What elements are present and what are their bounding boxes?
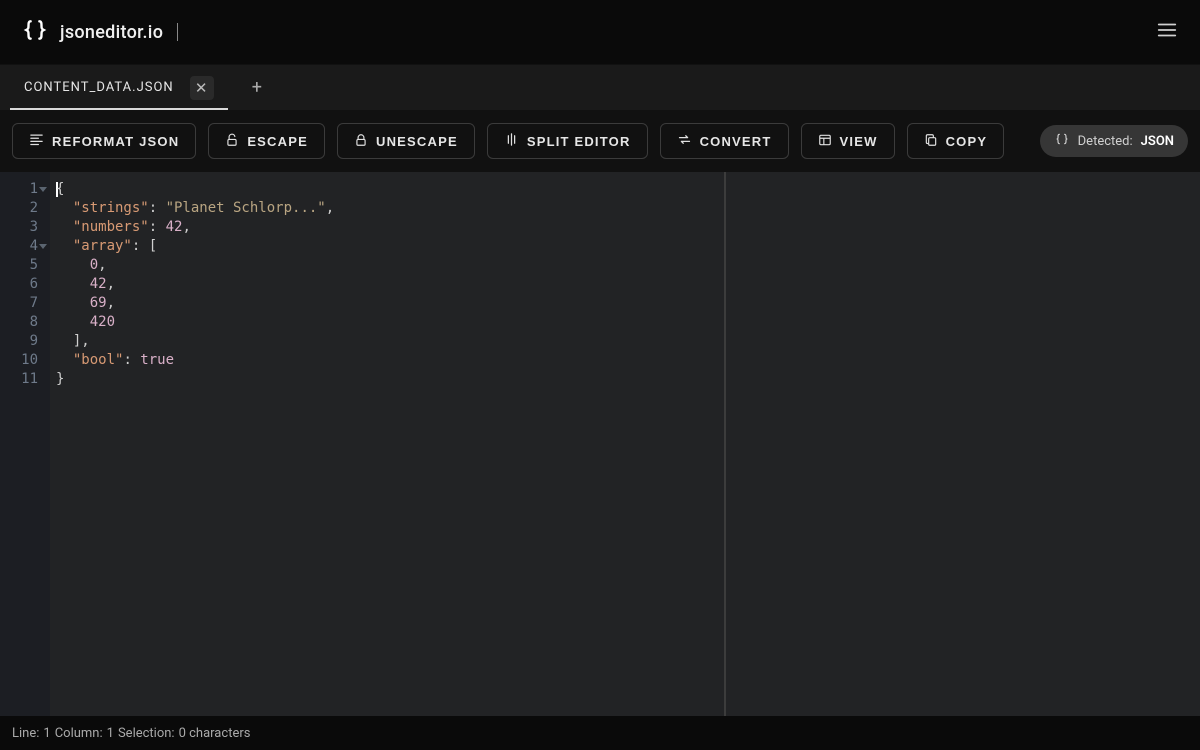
escape-button[interactable]: ESCAPE	[208, 123, 325, 159]
convert-button[interactable]: CONVERT	[660, 123, 789, 159]
convert-label: CONVERT	[700, 134, 772, 149]
close-icon: ✕	[193, 79, 211, 97]
code-braces-icon	[1054, 131, 1070, 151]
lock-open-icon	[225, 133, 239, 150]
line-number[interactable]: 4	[0, 237, 50, 256]
view-label: VIEW	[840, 134, 878, 149]
escape-label: ESCAPE	[247, 134, 308, 149]
line-number[interactable]: 9	[0, 332, 50, 351]
reformat-button[interactable]: REFORMAT JSON	[12, 123, 196, 159]
line-number[interactable]: 5	[0, 256, 50, 275]
code-token: "bool"	[73, 352, 124, 368]
code-token: 420	[90, 314, 115, 330]
editor: 1 2 3 4 5 6 7 8 9 10 11 { "strings": "Pl…	[0, 172, 1200, 716]
code-token: }	[56, 371, 64, 387]
split-editor-button[interactable]: SPLIT EDITOR	[487, 123, 648, 159]
line-number[interactable]: 6	[0, 275, 50, 294]
detected-label: Detected:	[1078, 134, 1133, 149]
layout-icon	[818, 133, 832, 150]
tab-bar: CONTENT_DATA.JSON ✕ +	[0, 64, 1200, 110]
code-token: 42	[166, 219, 183, 235]
code-token: "strings"	[73, 200, 149, 216]
code-token: 0	[90, 257, 98, 273]
code-token: 42	[90, 276, 107, 292]
toolbar: REFORMAT JSON ESCAPE UNESCAPE SPLIT EDIT…	[0, 110, 1200, 172]
status-col-value: 1	[107, 726, 114, 741]
detected-value: JSON	[1141, 134, 1174, 149]
gutter: 1 2 3 4 5 6 7 8 9 10 11	[0, 172, 50, 716]
split-icon	[504, 132, 519, 150]
brand-name: jsoneditor.io	[60, 22, 163, 43]
editor-splitter[interactable]	[724, 172, 726, 716]
tab-close-button[interactable]: ✕	[190, 76, 214, 100]
tab-label: CONTENT_DATA.JSON	[24, 80, 174, 95]
code-token: {	[56, 181, 64, 197]
code-token: "array"	[73, 238, 132, 254]
line-number[interactable]: 2	[0, 199, 50, 218]
status-sel-label: Selection:	[118, 726, 175, 741]
code-token: 69	[90, 295, 107, 311]
line-number[interactable]: 3	[0, 218, 50, 237]
status-line-value: 1	[43, 726, 50, 741]
swap-icon	[677, 132, 692, 150]
brand[interactable]: jsoneditor.io	[22, 17, 178, 47]
line-number[interactable]: 10	[0, 351, 50, 370]
status-col-label: Column:	[55, 726, 103, 741]
copy-label: COPY	[946, 134, 988, 149]
view-button[interactable]: VIEW	[801, 123, 895, 159]
split-label: SPLIT EDITOR	[527, 134, 631, 149]
lock-icon	[354, 133, 368, 150]
status-sel-value: 0 characters	[179, 726, 251, 741]
align-left-icon	[29, 132, 44, 150]
brand-cursor	[177, 23, 178, 41]
unescape-label: UNESCAPE	[376, 134, 458, 149]
code-area[interactable]: { "strings": "Planet Schlorp...", "numbe…	[50, 172, 1200, 716]
menu-button[interactable]	[1156, 19, 1178, 45]
code-token: "numbers"	[73, 219, 149, 235]
line-number[interactable]: 8	[0, 313, 50, 332]
braces-logo-icon	[22, 17, 48, 47]
code-token: "Planet Schlorp..."	[166, 200, 326, 216]
unescape-button[interactable]: UNESCAPE	[337, 123, 475, 159]
status-line-label: Line:	[12, 726, 39, 741]
status-bar: Line: 1 Column: 1 Selection: 0 character…	[0, 716, 1200, 750]
line-number[interactable]: 11	[0, 370, 50, 389]
reformat-label: REFORMAT JSON	[52, 134, 179, 149]
app-header: jsoneditor.io	[0, 0, 1200, 64]
line-number[interactable]: 1	[0, 180, 50, 199]
new-tab-button[interactable]: +	[228, 65, 287, 110]
copy-button[interactable]: COPY	[907, 123, 1005, 159]
code-token: true	[140, 352, 174, 368]
tab-active[interactable]: CONTENT_DATA.JSON ✕	[10, 65, 228, 110]
line-number[interactable]: 7	[0, 294, 50, 313]
copy-icon	[924, 133, 938, 150]
detected-badge: Detected: JSON	[1040, 125, 1188, 157]
